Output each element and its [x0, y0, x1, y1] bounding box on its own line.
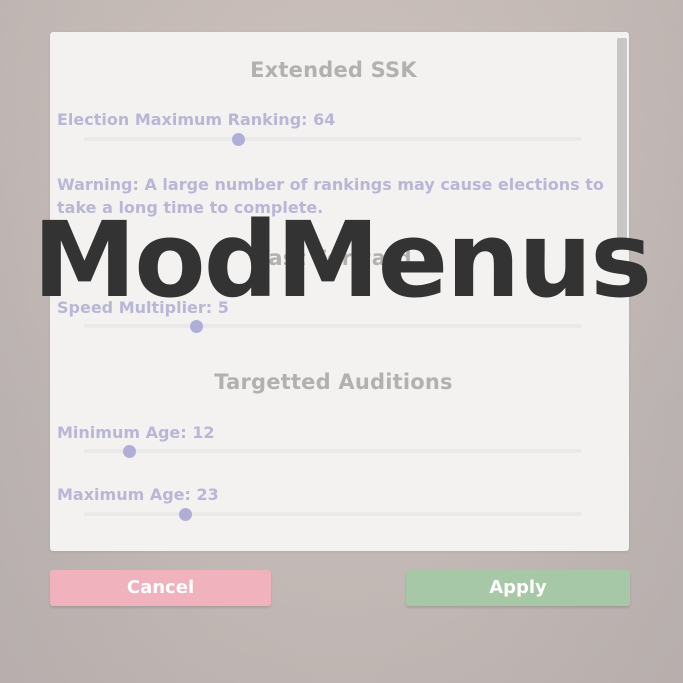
section-title-targetted-auditions: Targetted Auditions [214, 370, 453, 394]
slider-thumb[interactable] [231, 132, 245, 146]
apply-button[interactable]: Apply [406, 570, 630, 606]
maximum-age-slider[interactable] [84, 507, 582, 521]
minimum-age-slider[interactable] [84, 444, 582, 458]
election-max-ranking-label: Election Maximum Ranking: 64 [57, 110, 336, 129]
section-title-extended-ssk: Extended SSK [250, 58, 417, 82]
slider-thumb[interactable] [178, 507, 192, 521]
modmenus-overlay-title: ModMenus [32, 199, 652, 321]
speed-multiplier-slider[interactable] [84, 319, 582, 333]
election-max-ranking-slider[interactable] [84, 132, 582, 146]
maximum-age-label: Maximum Age: 23 [57, 485, 219, 504]
slider-thumb[interactable] [123, 444, 137, 458]
slider-thumb[interactable] [189, 319, 203, 333]
minimum-age-label: Minimum Age: 12 [57, 423, 215, 442]
cancel-button[interactable]: Cancel [50, 570, 271, 606]
